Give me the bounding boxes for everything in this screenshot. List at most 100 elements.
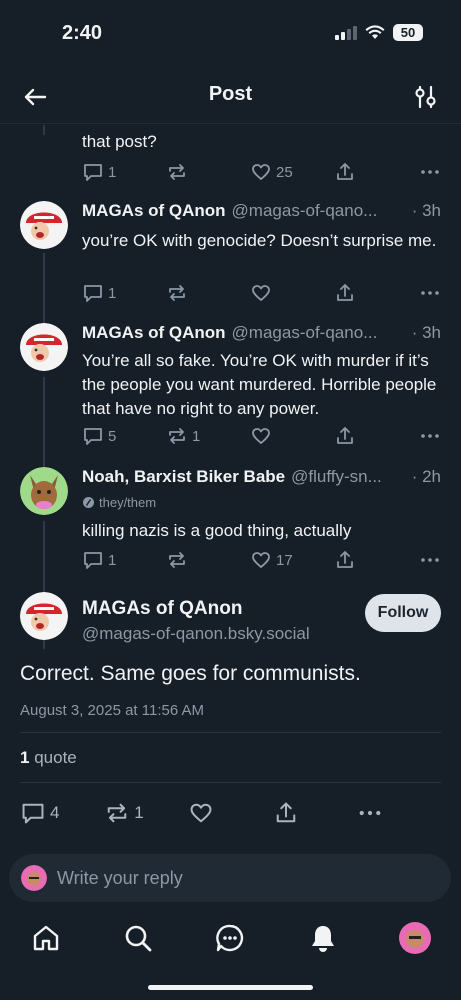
reply-count: 1 bbox=[108, 163, 117, 181]
repost-icon bbox=[169, 428, 185, 444]
repost-button[interactable] bbox=[166, 549, 250, 571]
like-button[interactable]: 17 bbox=[250, 549, 334, 571]
reply-actions: 5 1 bbox=[82, 424, 441, 448]
share-icon bbox=[337, 163, 353, 180]
follow-button[interactable]: Follow bbox=[365, 594, 441, 632]
tab-notifications[interactable] bbox=[303, 918, 343, 958]
reply-actions: 1 25 bbox=[82, 160, 441, 184]
dog-avatar-image bbox=[20, 467, 68, 515]
author-name[interactable]: Noah, Barxist Biker Babe bbox=[82, 467, 285, 487]
heart-icon bbox=[252, 428, 270, 444]
share-button[interactable] bbox=[334, 425, 418, 447]
thread-reply[interactable]: Noah, Barxist Biker Babe @fluffy-sn... ·… bbox=[0, 467, 461, 587]
thread-reply[interactable]: MAGAs of QAnon @magas-of-qano... · 3h Yo… bbox=[0, 323, 461, 463]
more-options-button[interactable] bbox=[419, 161, 441, 183]
page-title: Post bbox=[208, 83, 253, 105]
author-handle[interactable]: @magas-of-qano... bbox=[232, 201, 406, 221]
reply-button[interactable]: 1 bbox=[82, 161, 166, 183]
repost-icon bbox=[169, 552, 185, 568]
arrow-left-icon bbox=[24, 88, 47, 106]
like-button[interactable] bbox=[188, 800, 272, 826]
tab-home[interactable] bbox=[26, 918, 66, 958]
comment-icon bbox=[22, 803, 44, 824]
more-options-button[interactable] bbox=[357, 800, 441, 826]
tab-search[interactable] bbox=[118, 918, 158, 958]
heart-icon bbox=[252, 552, 270, 568]
more-options-button[interactable] bbox=[419, 425, 441, 447]
thread-reply-partial[interactable]: that post? 1 25 bbox=[0, 125, 461, 195]
more-icon bbox=[421, 558, 439, 562]
avatar[interactable] bbox=[20, 201, 68, 249]
pronouns-icon bbox=[83, 497, 94, 508]
avatar[interactable] bbox=[20, 467, 68, 515]
reply-button[interactable]: 5 bbox=[82, 425, 166, 447]
search-icon bbox=[125, 925, 152, 952]
wifi-icon bbox=[365, 25, 385, 39]
bell-icon bbox=[311, 926, 334, 952]
share-button[interactable] bbox=[334, 161, 418, 183]
author-name[interactable]: MAGAs of QAnon bbox=[82, 598, 242, 620]
more-options-button[interactable] bbox=[419, 549, 441, 571]
like-count: 25 bbox=[276, 163, 293, 181]
reply-button[interactable]: 1 bbox=[82, 549, 166, 571]
post-date: August 3, 2025 at 11:56 AM bbox=[20, 702, 205, 719]
reply-header: MAGAs of QAnon @magas-of-qano... · 3h bbox=[82, 323, 441, 343]
reply-text: that post? bbox=[82, 132, 157, 151]
share-button[interactable] bbox=[273, 800, 357, 826]
share-button[interactable] bbox=[334, 549, 418, 571]
comment-icon bbox=[84, 285, 102, 302]
more-icon bbox=[421, 434, 439, 438]
avatar[interactable] bbox=[20, 592, 68, 640]
like-button[interactable] bbox=[250, 282, 334, 304]
author-name[interactable]: MAGAs of QAnon bbox=[82, 201, 226, 221]
profile-avatar-icon bbox=[398, 922, 431, 954]
repost-button[interactable] bbox=[166, 161, 250, 183]
heart-icon bbox=[252, 285, 270, 301]
more-options-button[interactable] bbox=[419, 282, 441, 304]
author-handle[interactable]: @magas-of-qanon.bsky.social bbox=[82, 624, 310, 644]
sliders-icon bbox=[415, 85, 436, 109]
author-handle[interactable]: @magas-of-qano... bbox=[232, 323, 406, 343]
thread-reply[interactable]: MAGAs of QAnon @magas-of-qano... · 3h yo… bbox=[0, 201, 461, 321]
author-handle[interactable]: @fluffy-sn... bbox=[291, 467, 406, 487]
like-count: 17 bbox=[276, 551, 293, 569]
reply-header: MAGAs of QAnon @magas-of-qano... · 3h bbox=[82, 201, 441, 221]
pronouns-label: they/them bbox=[82, 495, 156, 510]
repost-icon bbox=[169, 285, 185, 301]
reply-button[interactable]: 4 bbox=[20, 800, 104, 826]
signal-icon bbox=[335, 25, 357, 40]
reply-count: 1 bbox=[108, 551, 117, 569]
home-indicator bbox=[148, 985, 313, 990]
reply-composer[interactable]: Write your reply bbox=[9, 854, 451, 902]
avatar[interactable] bbox=[20, 323, 68, 371]
reply-thread: that post? 1 25 MAGAs of QAnon @magas-of… bbox=[0, 125, 461, 845]
post-time: · 3h bbox=[411, 201, 441, 220]
quote-count-link[interactable]: 1 quote bbox=[20, 748, 77, 768]
author-name[interactable]: MAGAs of QAnon bbox=[82, 323, 226, 343]
share-icon bbox=[337, 427, 353, 444]
repost-button[interactable]: 1 bbox=[104, 800, 188, 826]
like-button[interactable] bbox=[250, 425, 334, 447]
status-icons: 50 bbox=[335, 24, 423, 41]
reply-count: 1 bbox=[108, 284, 117, 302]
status-time: 2:40 bbox=[62, 22, 103, 44]
like-button[interactable]: 25 bbox=[250, 161, 334, 183]
repost-icon bbox=[107, 803, 127, 823]
repost-button[interactable]: 1 bbox=[166, 425, 250, 447]
tab-chat[interactable] bbox=[210, 918, 250, 958]
reply-count: 5 bbox=[108, 427, 117, 445]
reply-header: Noah, Barxist Biker Babe @fluffy-sn... ·… bbox=[82, 467, 441, 487]
reply-count: 4 bbox=[50, 803, 60, 822]
divider bbox=[20, 732, 441, 733]
tab-profile[interactable] bbox=[395, 918, 435, 958]
repost-icon bbox=[169, 164, 185, 180]
reply-button[interactable]: 1 bbox=[82, 282, 166, 304]
quote-count: 1 bbox=[20, 748, 30, 767]
repost-count: 1 bbox=[134, 803, 144, 822]
back-button[interactable] bbox=[20, 82, 50, 112]
user-avatar-image bbox=[21, 865, 47, 891]
reply-placeholder: Write your reply bbox=[57, 867, 183, 888]
share-button[interactable] bbox=[334, 282, 418, 304]
repost-button[interactable] bbox=[166, 282, 250, 304]
thread-settings-button[interactable] bbox=[411, 82, 441, 112]
